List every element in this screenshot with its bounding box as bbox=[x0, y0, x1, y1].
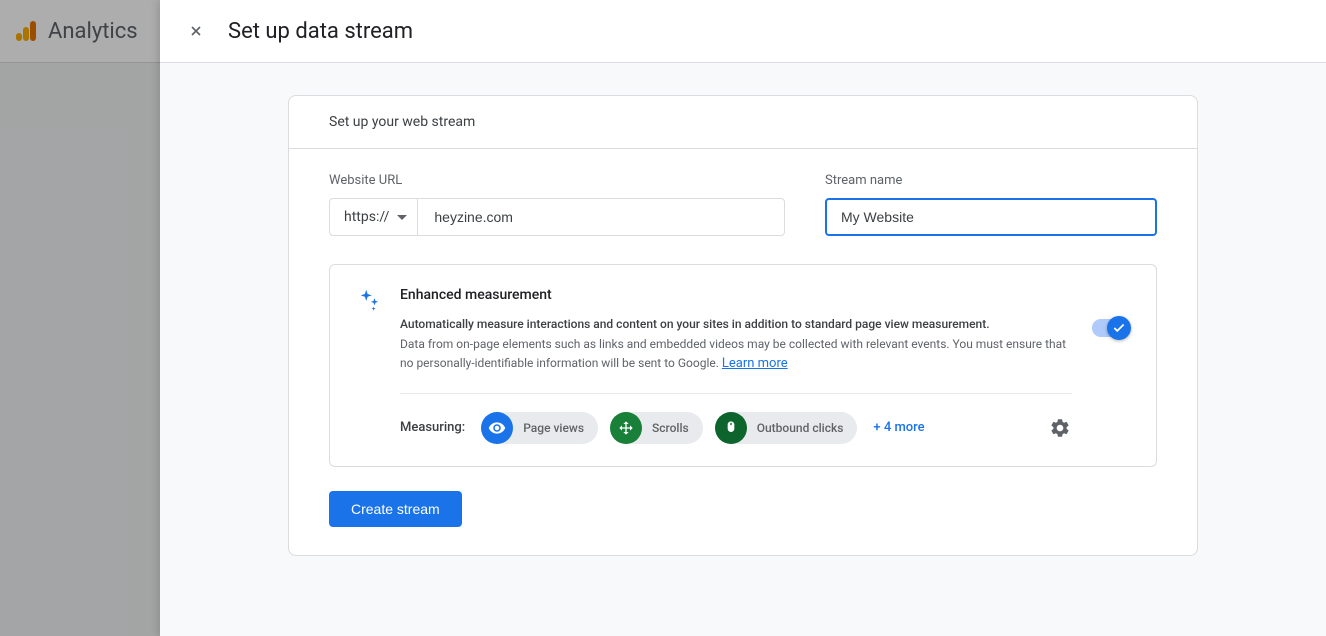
measuring-label: Measuring: bbox=[400, 420, 465, 435]
sparkle-icon bbox=[358, 289, 380, 311]
eye-icon bbox=[481, 412, 513, 444]
url-input[interactable] bbox=[417, 198, 785, 236]
settings-button[interactable] bbox=[1048, 416, 1072, 440]
enhanced-title: Enhanced measurement bbox=[400, 287, 1072, 303]
click-icon bbox=[715, 412, 747, 444]
pill-scrolls: Scrolls bbox=[610, 412, 703, 444]
enhanced-description: Data from on-page elements such as links… bbox=[400, 335, 1072, 375]
gear-icon bbox=[1049, 417, 1071, 439]
pill-outbound-clicks: Outbound clicks bbox=[715, 412, 858, 444]
divider bbox=[400, 393, 1072, 394]
enhanced-subtitle: Automatically measure interactions and c… bbox=[400, 315, 1072, 333]
check-icon bbox=[1112, 321, 1126, 335]
create-stream-button[interactable]: Create stream bbox=[329, 491, 462, 527]
enhanced-measurement-box: Enhanced measurement Automatically measu… bbox=[329, 264, 1157, 467]
enhanced-toggle[interactable] bbox=[1092, 319, 1128, 337]
card-header: Set up your web stream bbox=[289, 96, 1197, 149]
pill-label: Page views bbox=[523, 421, 584, 435]
stream-name-input[interactable] bbox=[825, 198, 1157, 236]
close-icon bbox=[188, 23, 204, 39]
url-label: Website URL bbox=[329, 173, 785, 188]
setup-card: Set up your web stream Website URL https… bbox=[288, 95, 1198, 556]
protocol-value: https:// bbox=[344, 209, 389, 225]
more-link[interactable]: + 4 more bbox=[873, 420, 924, 435]
panel-title: Set up data stream bbox=[228, 19, 413, 44]
learn-more-link[interactable]: Learn more bbox=[722, 356, 788, 371]
stream-name-label: Stream name bbox=[825, 173, 1157, 188]
panel-body: Set up your web stream Website URL https… bbox=[160, 63, 1326, 636]
scroll-icon bbox=[610, 412, 642, 444]
panel-header: Set up data stream bbox=[160, 0, 1326, 63]
protocol-select[interactable]: https:// bbox=[329, 198, 417, 236]
close-button[interactable] bbox=[184, 19, 208, 43]
chevron-down-icon bbox=[397, 215, 407, 220]
pill-label: Scrolls bbox=[652, 421, 689, 435]
side-panel: Set up data stream Set up your web strea… bbox=[160, 0, 1326, 636]
pill-page-views: Page views bbox=[481, 412, 598, 444]
pill-label: Outbound clicks bbox=[757, 421, 844, 435]
